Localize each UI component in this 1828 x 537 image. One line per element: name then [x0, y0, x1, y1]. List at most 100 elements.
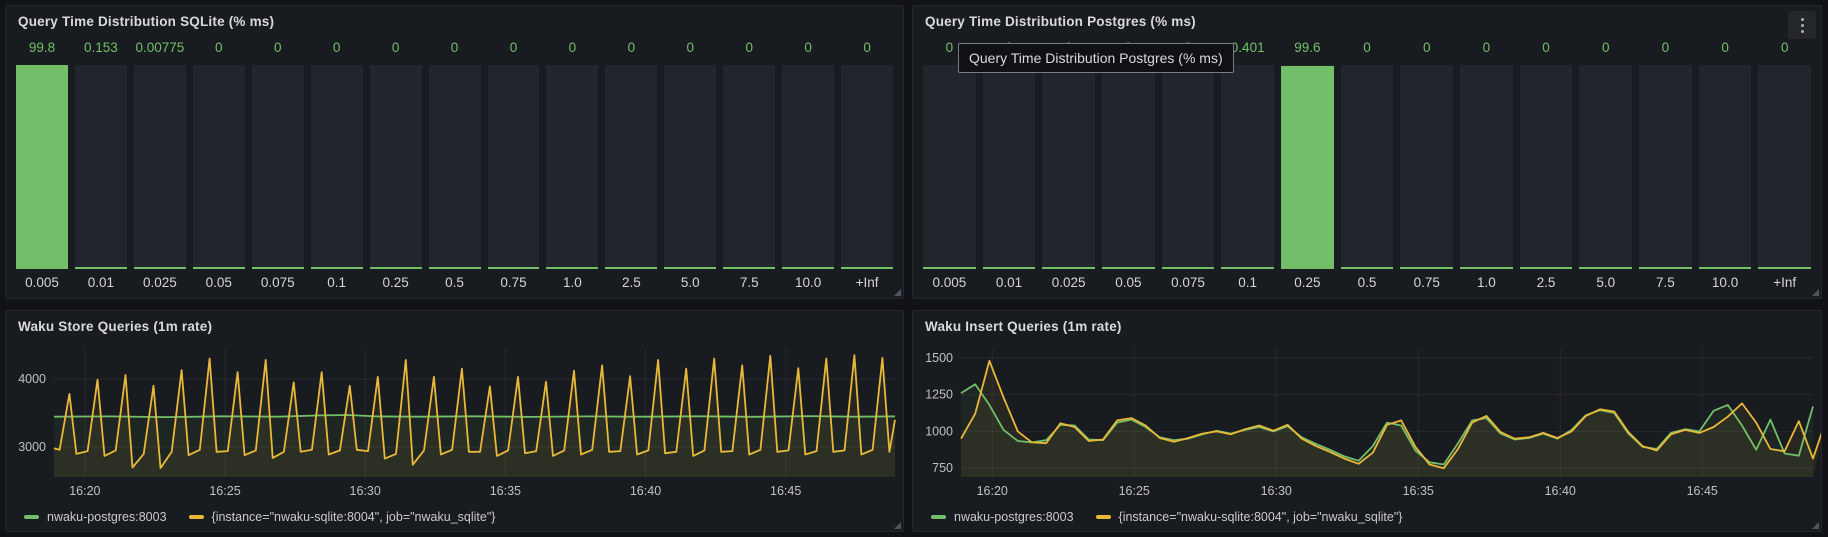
bar-fill [1341, 267, 1394, 269]
y-axis-tick-label: 4000 [18, 372, 46, 386]
bar-column: 01.0 [546, 40, 598, 292]
y-axis-tick-label: 1500 [925, 351, 953, 365]
bar-fill [546, 267, 598, 269]
timeseries-plot[interactable]: 3000400016:2016:2516:3016:3516:4016:45 [6, 343, 903, 503]
bar-fill [782, 267, 834, 269]
bar-category-label: 7.5 [1639, 269, 1692, 292]
bar-track [429, 65, 481, 269]
timeseries-store: 3000400016:2016:2516:3016:3516:4016:45 [6, 343, 903, 503]
bar-fill [1042, 267, 1095, 269]
bar-column: 00.75 [488, 40, 540, 292]
bar-value-label: 0 [1639, 40, 1692, 60]
panel-query-time-sqlite: Query Time Distribution SQLite (% ms) 99… [5, 5, 904, 299]
bar-track [782, 65, 834, 269]
legend-swatch-icon [189, 515, 204, 519]
legend-label: {instance="nwaku-sqlite:8004", job="nwak… [212, 510, 496, 524]
x-axis-tick-label: 16:40 [630, 484, 661, 498]
bar-column: 07.5 [1639, 40, 1692, 292]
bar-track [1639, 65, 1692, 269]
bar-track [1221, 65, 1274, 269]
bar-track [1400, 65, 1453, 269]
bar-fill [664, 267, 716, 269]
x-axis-tick-label: 16:20 [977, 484, 1008, 498]
bar-fill [193, 267, 245, 269]
bar-fill [75, 267, 127, 269]
x-axis-tick-label: 16:25 [209, 484, 240, 498]
bar-track [605, 65, 657, 269]
bar-fill [841, 267, 893, 269]
bar-column: 99.80.005 [16, 40, 68, 292]
bar-column: 00.05 [1102, 40, 1155, 292]
bar-value-label: 0 [252, 40, 304, 60]
bar-category-label: 0.075 [252, 269, 304, 292]
resize-handle[interactable] [894, 289, 901, 296]
bar-category-label: 5.0 [1579, 269, 1632, 292]
bar-column: 010.0 [1699, 40, 1752, 292]
bar-column: 00.75 [1400, 40, 1453, 292]
bar-column: 0.153 0.01 [75, 40, 127, 292]
panel-title-tooltip: Query Time Distribution Postgres (% ms) [958, 43, 1234, 73]
bar-value-label: 0 [782, 40, 834, 60]
bar-category-label: 2.5 [1520, 269, 1573, 292]
legend-item[interactable]: {instance="nwaku-sqlite:8004", job="nwak… [189, 510, 496, 524]
bar-fill [1579, 267, 1632, 269]
bar-column: 00.005 [923, 40, 976, 292]
resize-handle[interactable] [894, 522, 901, 529]
bar-value-label: 0 [1579, 40, 1632, 60]
panel-query-time-postgres: Query Time Distribution Postgres (% ms) … [912, 5, 1822, 299]
bar-column: 00.5 [1341, 40, 1394, 292]
bar-gauge-sqlite: 99.80.0050.1530.010.007750.02500.0500.07… [6, 36, 903, 298]
bar-value-label: 0 [370, 40, 422, 60]
bar-fill [1699, 267, 1752, 269]
panel-menu-icon[interactable] [1788, 11, 1816, 39]
bar-category-label: 10.0 [782, 269, 834, 292]
resize-handle[interactable] [1812, 289, 1819, 296]
bar-track [134, 65, 186, 269]
x-axis-tick-label: 16:35 [1403, 484, 1434, 498]
bar-column: 0.007750.025 [134, 40, 186, 292]
bar-fill [252, 267, 304, 269]
bar-fill [134, 267, 186, 269]
bar-category-label: 0.75 [1400, 269, 1453, 292]
panel-title-postgres[interactable]: Query Time Distribution Postgres (% ms) [913, 6, 1821, 36]
bar-fill [983, 267, 1036, 269]
bar-category-label: 0.01 [983, 269, 1036, 292]
bar-category-label: 0.5 [1341, 269, 1394, 292]
bar-fill [488, 267, 540, 269]
x-axis-tick-label: 16:40 [1545, 484, 1576, 498]
bar-category-label: 0.1 [311, 269, 363, 292]
bar-track [1042, 65, 1095, 269]
bar-category-label: 0.01 [75, 269, 127, 292]
bar-track [546, 65, 598, 269]
legend-label: nwaku-postgres:8003 [954, 510, 1074, 524]
timeseries-insert: 75010001250150016:2016:2516:3016:3516:40… [913, 343, 1821, 503]
panel-title-store[interactable]: Waku Store Queries (1m rate) [6, 311, 903, 341]
legend-item[interactable]: {instance="nwaku-sqlite:8004", job="nwak… [1096, 510, 1403, 524]
timeseries-plot[interactable]: 75010001250150016:2016:2516:3016:3516:40… [913, 343, 1821, 503]
resize-handle[interactable] [1812, 522, 1819, 529]
panel-title-sqlite[interactable]: Query Time Distribution SQLite (% ms) [6, 6, 903, 36]
bar-fill [723, 267, 775, 269]
y-axis-tick-label: 1250 [925, 388, 953, 402]
bar-track [370, 65, 422, 269]
bar-fill [1400, 267, 1453, 269]
bar-category-label: 1.0 [1460, 269, 1513, 292]
bar-column: 05.0 [664, 40, 716, 292]
bar-value-label: 0.153 [75, 40, 127, 60]
bar-fill [311, 267, 363, 269]
bar-track [311, 65, 363, 269]
bar-category-label: 5.0 [664, 269, 716, 292]
bar-track [1460, 65, 1513, 269]
bar-fill [1460, 267, 1513, 269]
bar-value-label: 0 [429, 40, 481, 60]
bar-category-label: 0.1 [1221, 269, 1274, 292]
legend-label: {instance="nwaku-sqlite:8004", job="nwak… [1119, 510, 1403, 524]
legend-item[interactable]: nwaku-postgres:8003 [24, 510, 167, 524]
panel-title-insert[interactable]: Waku Insert Queries (1m rate) [913, 311, 1821, 341]
legend-item[interactable]: nwaku-postgres:8003 [931, 510, 1074, 524]
bar-value-label: 0 [193, 40, 245, 60]
bar-category-label: 1.0 [546, 269, 598, 292]
bar-value-label: 0 [664, 40, 716, 60]
bar-column: 00.075 [1162, 40, 1215, 292]
bar-fill [923, 267, 976, 269]
